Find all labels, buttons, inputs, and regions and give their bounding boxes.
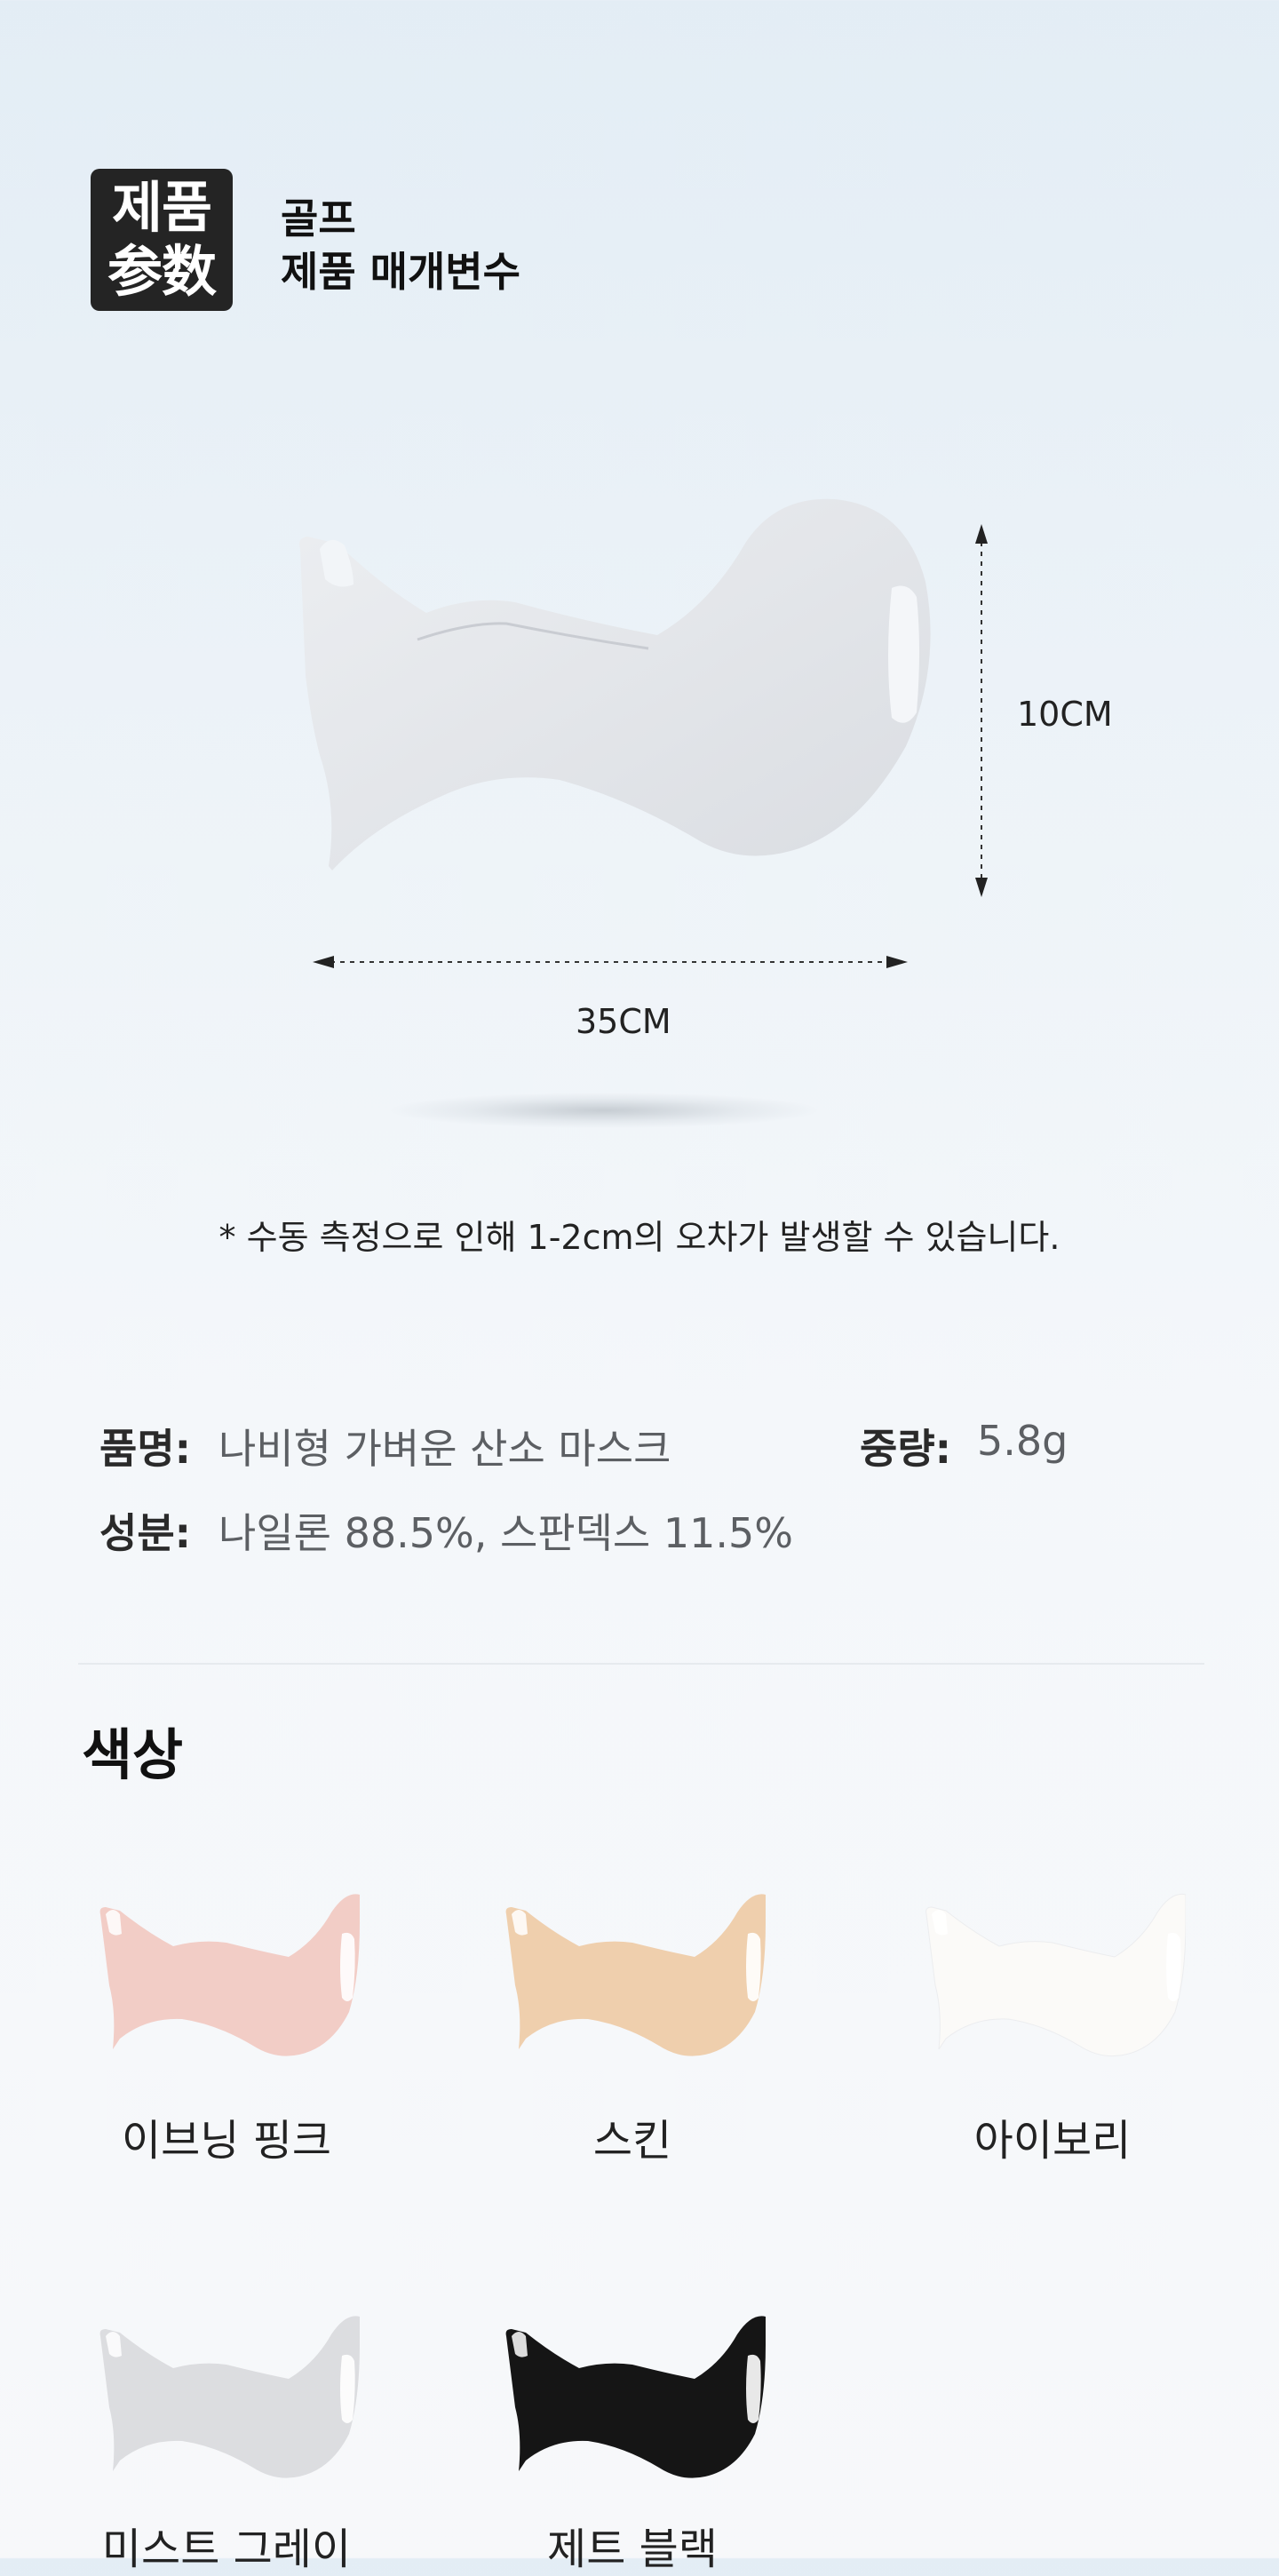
width-dimension-arrow bbox=[313, 956, 908, 968]
color-label: 이브닝 핑크 bbox=[121, 2116, 332, 2166]
mask-product-image bbox=[299, 498, 931, 871]
mask-swatch bbox=[505, 2316, 766, 2478]
height-dimension-arrow bbox=[975, 524, 988, 897]
badge-line-1: 제품 bbox=[111, 175, 212, 240]
mask-swatch bbox=[99, 2316, 360, 2478]
product-name-value: 나비형 가벼운 산소 마스크 bbox=[218, 1425, 671, 1473]
measurement-note: * 수동 측정으로 인해 1-2cm의 오차가 발생할 수 있습니다. bbox=[218, 1218, 1061, 1257]
color-label: 제트 블랙 bbox=[547, 2524, 718, 2574]
product-shadow bbox=[391, 1093, 817, 1128]
color-label: 미스트 그레이 bbox=[101, 2524, 352, 2574]
mask-swatch bbox=[505, 1894, 766, 2056]
mask-swatch bbox=[99, 1894, 360, 2056]
width-label: 35CM bbox=[576, 1002, 671, 1041]
section-badge: 제품 参数 bbox=[91, 169, 233, 311]
material-key: 성분: bbox=[99, 1509, 192, 1557]
color-label: 스킨 bbox=[592, 2116, 672, 2166]
badge-line-2: 参数 bbox=[107, 239, 217, 304]
material-value: 나일론 88.5%, 스판덱스 11.5% bbox=[218, 1509, 793, 1557]
mask-swatch bbox=[925, 1893, 1186, 2057]
weight-key: 중량: bbox=[860, 1425, 952, 1473]
section-divider bbox=[78, 1663, 1204, 1665]
height-label: 10CM bbox=[1017, 695, 1113, 734]
color-section-title: 색상 bbox=[82, 1722, 184, 1787]
weight-value: 5.8g bbox=[977, 1417, 1068, 1465]
header-subtitle-1: 골프 bbox=[281, 195, 356, 242]
color-label: 아이보리 bbox=[973, 2116, 1132, 2166]
header-subtitle-2: 제품 매개변수 bbox=[281, 248, 520, 296]
product-name-key: 품명: bbox=[99, 1425, 192, 1473]
